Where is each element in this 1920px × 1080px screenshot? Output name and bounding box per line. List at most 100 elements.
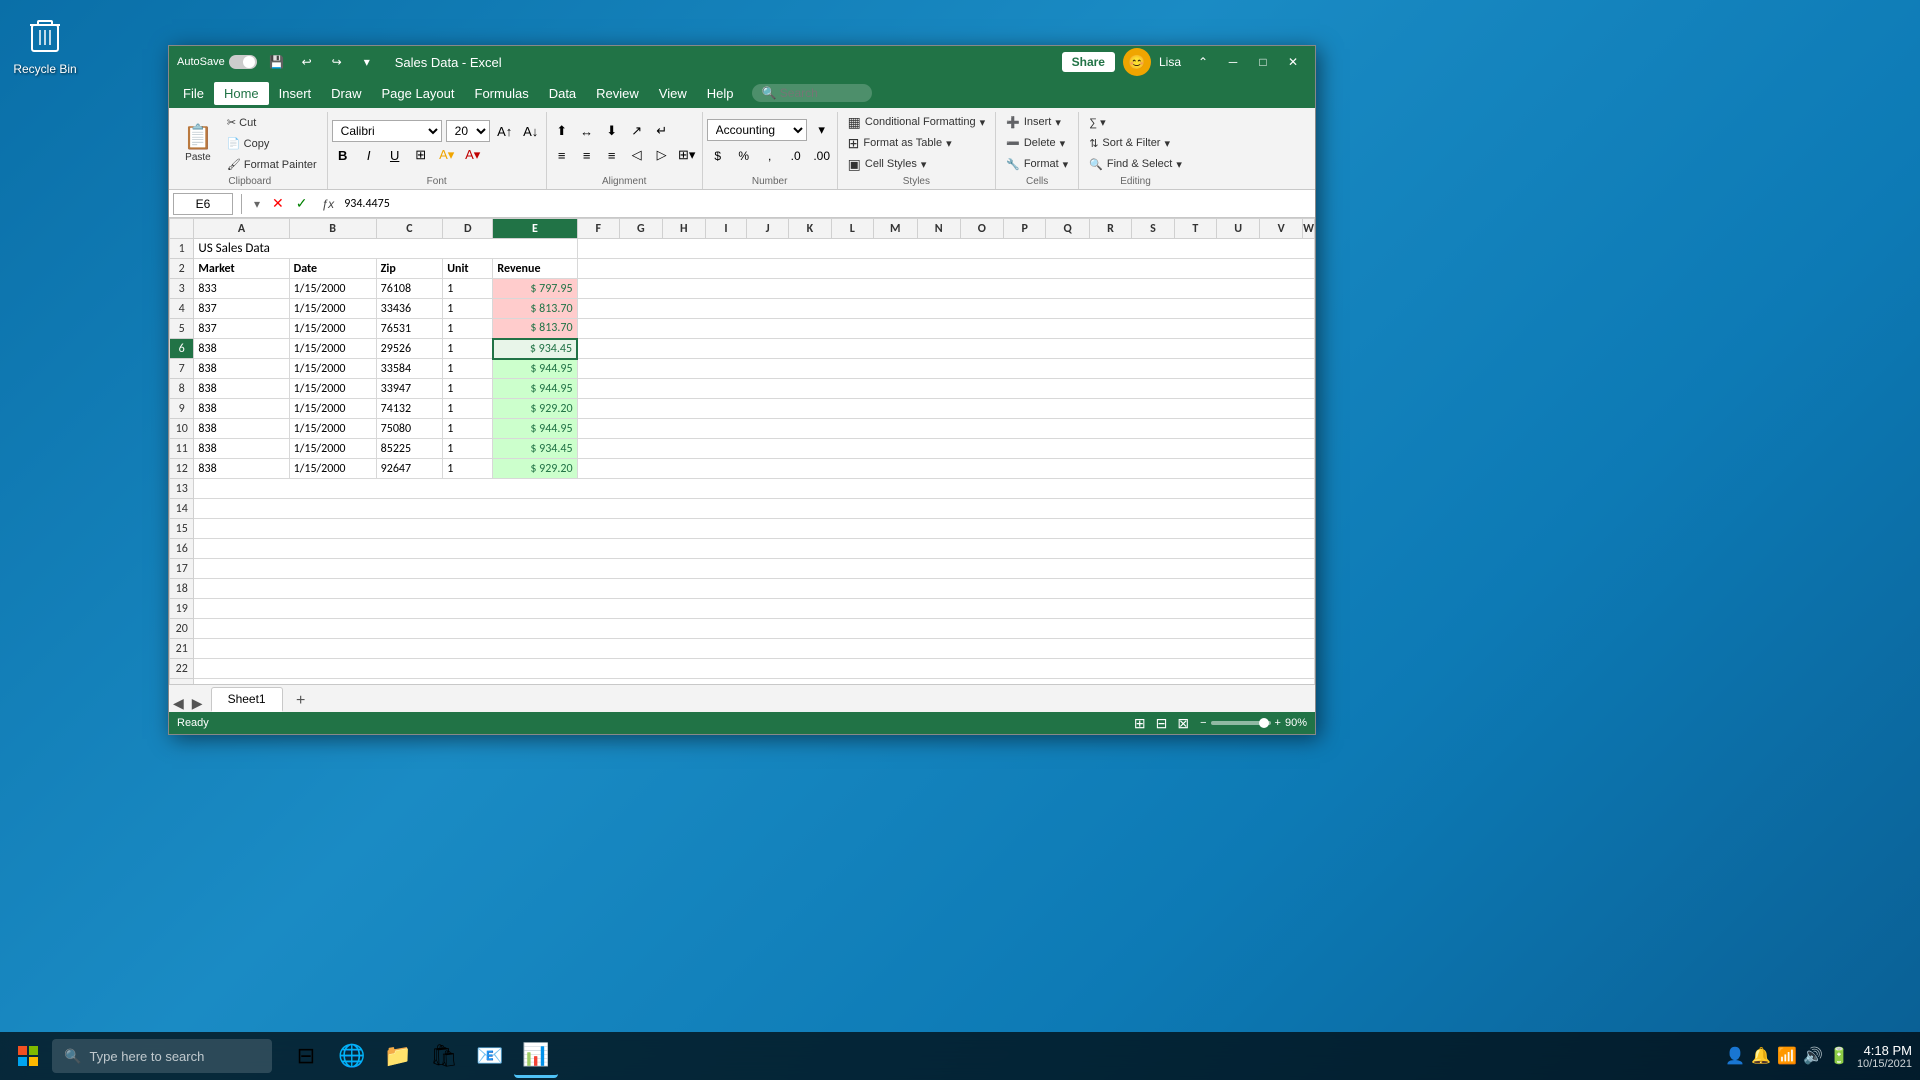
cell-c8[interactable]: 33947 xyxy=(376,379,443,399)
cell-row23[interactable] xyxy=(194,679,1315,685)
cell-row5-rest[interactable] xyxy=(577,319,1314,339)
taskbar-excel[interactable]: 📊 xyxy=(514,1034,558,1078)
formula-input[interactable] xyxy=(344,193,1311,215)
col-header-h[interactable]: H xyxy=(662,219,705,239)
start-button[interactable] xyxy=(8,1036,48,1076)
cell-row11-rest[interactable] xyxy=(577,439,1314,459)
cell-b10[interactable]: 1/15/2000 xyxy=(289,419,376,439)
fill-color-button[interactable]: A▾ xyxy=(436,144,458,166)
cell-reference-box[interactable]: E6 xyxy=(173,193,233,215)
taskbar-store[interactable]: 🛍 xyxy=(422,1034,466,1078)
font-name-select[interactable]: Calibri xyxy=(332,120,442,142)
col-header-t[interactable]: T xyxy=(1174,219,1216,239)
row-header-7[interactable]: 7 xyxy=(170,359,194,379)
format-button[interactable]: 🔧 Format ▾ xyxy=(1000,154,1074,174)
increase-decimal-button[interactable]: .00 xyxy=(811,145,833,167)
cell-c9[interactable]: 74132 xyxy=(376,399,443,419)
row-header-8[interactable]: 8 xyxy=(170,379,194,399)
cut-button[interactable]: ✂ Cut xyxy=(221,112,323,132)
cell-b7[interactable]: 1/15/2000 xyxy=(289,359,376,379)
row-header-9[interactable]: 9 xyxy=(170,399,194,419)
cell-f1-empty[interactable] xyxy=(577,239,1314,259)
font-color-button[interactable]: A▾ xyxy=(462,144,484,166)
add-sheet-button[interactable]: + xyxy=(289,690,313,712)
cell-c10[interactable]: 75080 xyxy=(376,419,443,439)
col-header-w[interactable]: W xyxy=(1303,219,1315,239)
delete-button[interactable]: ➖ Delete ▾ xyxy=(1000,133,1074,153)
cell-a1[interactable]: US Sales Data xyxy=(194,239,577,259)
cell-e6[interactable]: $ 934.45 xyxy=(493,339,577,359)
bold-button[interactable]: B xyxy=(332,144,354,166)
menu-file[interactable]: File xyxy=(173,82,214,105)
align-bottom-button[interactable]: ⬇ xyxy=(601,120,623,142)
cell-row14[interactable] xyxy=(194,499,1315,519)
cell-row8-rest[interactable] xyxy=(577,379,1314,399)
cell-row15[interactable] xyxy=(194,519,1315,539)
cell-d12[interactable]: 1 xyxy=(443,459,493,479)
cell-row9-rest[interactable] xyxy=(577,399,1314,419)
cell-row2-rest[interactable] xyxy=(577,259,1314,279)
cell-a8[interactable]: 838 xyxy=(194,379,289,399)
menu-page-layout[interactable]: Page Layout xyxy=(372,82,465,105)
comma-button[interactable]: , xyxy=(759,145,781,167)
cell-row7-rest[interactable] xyxy=(577,359,1314,379)
col-header-u[interactable]: U xyxy=(1217,219,1260,239)
col-header-b[interactable]: B xyxy=(289,219,376,239)
cell-b6[interactable]: 1/15/2000 xyxy=(289,339,376,359)
align-middle-button[interactable]: ↔ xyxy=(576,120,598,142)
menu-formulas[interactable]: Formulas xyxy=(465,82,539,105)
cell-row12-rest[interactable] xyxy=(577,459,1314,479)
col-header-o[interactable]: O xyxy=(960,219,1003,239)
currency-button[interactable]: $ xyxy=(707,145,729,167)
sheet-tab-sheet1[interactable]: Sheet1 xyxy=(211,687,283,712)
undo-button[interactable]: ↩ xyxy=(295,50,319,74)
cell-e10[interactable]: $ 944.95 xyxy=(493,419,577,439)
col-header-p[interactable]: P xyxy=(1003,219,1046,239)
taskbar-clock[interactable]: 4:18 PM 10/15/2021 xyxy=(1857,1043,1912,1070)
cell-c7[interactable]: 33584 xyxy=(376,359,443,379)
col-header-g[interactable]: G xyxy=(619,219,662,239)
row-header-17[interactable]: 17 xyxy=(170,559,194,579)
conditional-formatting-button[interactable]: ▦ Conditional Formatting ▾ xyxy=(842,112,991,132)
cell-a11[interactable]: 838 xyxy=(194,439,289,459)
decrease-font-button[interactable]: A↓ xyxy=(520,120,542,142)
cell-e4[interactable]: $ 813.70 xyxy=(493,299,577,319)
row-header-13[interactable]: 13 xyxy=(170,479,194,499)
cell-a10[interactable]: 838 xyxy=(194,419,289,439)
cell-e5[interactable]: $ 813.70 xyxy=(493,319,577,339)
col-header-v[interactable]: V xyxy=(1260,219,1303,239)
decrease-indent-button[interactable]: ◁ xyxy=(626,144,648,166)
formula-confirm-button[interactable]: ✓ xyxy=(292,193,312,214)
row-header-6[interactable]: 6 xyxy=(170,339,194,359)
menu-data[interactable]: Data xyxy=(539,82,586,105)
decrease-decimal-button[interactable]: .0 xyxy=(785,145,807,167)
increase-indent-button[interactable]: ▷ xyxy=(651,144,673,166)
cell-d7[interactable]: 1 xyxy=(443,359,493,379)
ribbon-search-input[interactable] xyxy=(752,84,872,102)
taskbar-edge[interactable]: 🌐 xyxy=(330,1034,374,1078)
row-header-19[interactable]: 19 xyxy=(170,599,194,619)
row-header-1[interactable]: 1 xyxy=(170,239,194,259)
cell-row21[interactable] xyxy=(194,639,1315,659)
row-header-11[interactable]: 11 xyxy=(170,439,194,459)
row-header-18[interactable]: 18 xyxy=(170,579,194,599)
taskbar-search[interactable]: 🔍 Type here to search xyxy=(52,1039,272,1073)
cell-e12[interactable]: $ 929.20 xyxy=(493,459,577,479)
align-right-button[interactable]: ≡ xyxy=(601,144,623,166)
cell-c6[interactable]: 29526 xyxy=(376,339,443,359)
menu-draw[interactable]: Draw xyxy=(321,82,371,105)
cell-d9[interactable]: 1 xyxy=(443,399,493,419)
minimize-button[interactable]: ─ xyxy=(1219,51,1247,73)
cell-c2[interactable]: Zip xyxy=(376,259,443,279)
normal-view-button[interactable]: ⊞ xyxy=(1131,714,1149,733)
zoom-out-button[interactable]: − xyxy=(1200,717,1206,729)
row-header-14[interactable]: 14 xyxy=(170,499,194,519)
col-header-j[interactable]: J xyxy=(747,219,789,239)
formula-expand-button[interactable]: ▾ xyxy=(250,195,264,213)
col-header-k[interactable]: K xyxy=(789,219,832,239)
align-center-button[interactable]: ≡ xyxy=(576,144,598,166)
cell-a7[interactable]: 838 xyxy=(194,359,289,379)
formula-cancel-button[interactable]: ✕ xyxy=(268,193,288,214)
cell-d6[interactable]: 1 xyxy=(443,339,493,359)
cell-b8[interactable]: 1/15/2000 xyxy=(289,379,376,399)
